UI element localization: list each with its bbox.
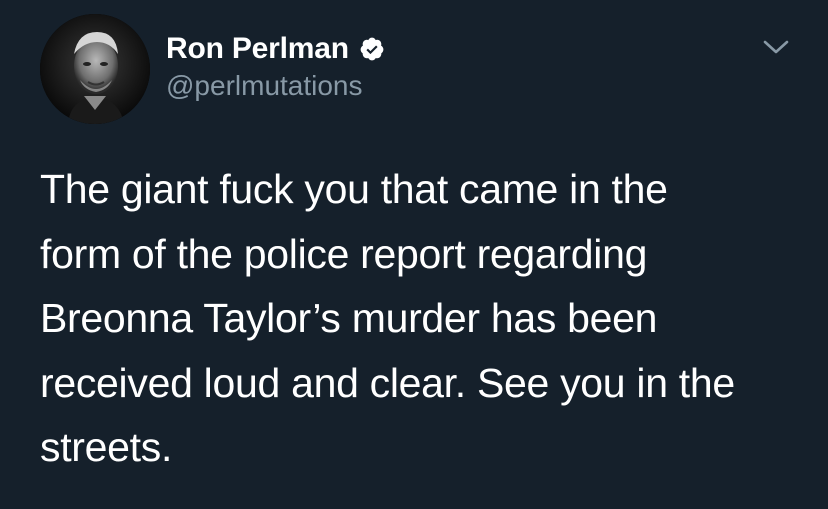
tweet-text-line: received loud and clear. See you in the — [40, 359, 735, 406]
author-handle[interactable]: @perlmutations — [166, 70, 363, 102]
tweet-text: The giant fuck you that came in the form… — [40, 157, 800, 480]
author-name-row[interactable]: Ron Perlman — [166, 30, 385, 68]
tweet-text-line: streets. — [40, 424, 173, 470]
avatar-image — [40, 14, 150, 124]
tweet-text-line: Breonna Taylor’s murder has been — [40, 295, 658, 341]
tweet-card: Ron Perlman @perlmutations The giant fuc… — [0, 0, 828, 509]
tweet-text-line: The giant fuck you that came in the — [40, 166, 668, 212]
display-name[interactable]: Ron Perlman — [166, 32, 349, 66]
avatar[interactable] — [40, 14, 150, 124]
chevron-down-icon[interactable] — [760, 34, 792, 60]
verified-badge-icon — [359, 36, 385, 62]
tweet-text-line: form of the police report regarding — [40, 230, 648, 277]
